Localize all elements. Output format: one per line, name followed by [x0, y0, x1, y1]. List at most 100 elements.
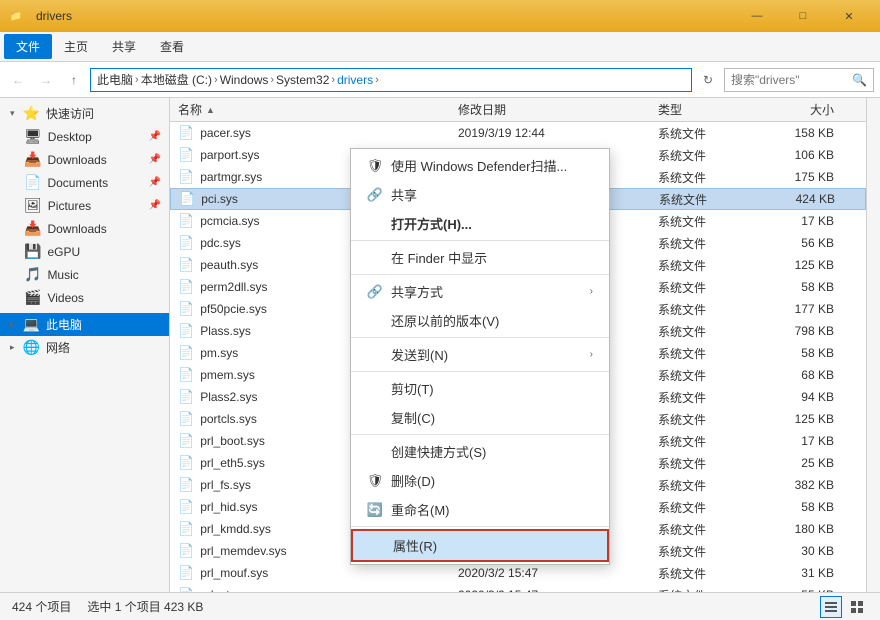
view-details-button[interactable]	[820, 596, 842, 618]
file-icon: 📄	[178, 521, 194, 537]
ctx-item-share[interactable]: 🔗共享	[351, 180, 609, 209]
menu-home[interactable]: 主页	[52, 34, 100, 59]
sidebar-item-this-pc[interactable]: ▸ 💻 此电脑	[0, 313, 169, 336]
scrollbar[interactable]	[866, 98, 880, 592]
maximize-button[interactable]: □	[780, 0, 826, 32]
crumb-drivers: drivers	[337, 73, 373, 87]
address-path[interactable]: 此电脑 › 本地磁盘 (C:) › Windows › System32 › d…	[90, 68, 692, 92]
file-name-text: prl_memdev.sys	[200, 544, 286, 558]
file-cell-size: 58 KB	[770, 280, 850, 294]
view-large-button[interactable]	[846, 596, 868, 618]
close-button[interactable]: ✕	[826, 0, 872, 32]
this-pc-expand-icon: ▸	[10, 319, 15, 330]
file-name-text: pcmcia.sys	[200, 214, 259, 228]
col-header-size[interactable]: 大小	[770, 101, 850, 118]
sidebar-item-desktop[interactable]: 🖥 Desktop 📌	[0, 125, 169, 148]
documents-pin-icon: 📌	[149, 177, 161, 188]
menu-view[interactable]: 查看	[148, 34, 196, 59]
back-button[interactable]: ←	[6, 68, 30, 92]
file-name-text: Plass2.sys	[200, 390, 257, 404]
file-cell-type: 系统文件	[650, 301, 770, 318]
sidebar-label-network: 网络	[46, 339, 70, 356]
scan-icon: 🛡	[367, 158, 383, 174]
file-row[interactable]: 📄 pacer.sys 2019/3/19 12:44 系统文件 158 KB	[170, 122, 866, 144]
col-header-name[interactable]: 名称 ▲	[170, 101, 450, 118]
share-icon: 🔗	[367, 284, 383, 300]
refresh-button[interactable]: ↻	[696, 68, 720, 92]
sidebar-item-downloads2[interactable]: 📥 Downloads	[0, 217, 169, 240]
file-cell-name: 📄 pacer.sys	[170, 125, 450, 141]
ctx-item-open-with[interactable]: 打开方式(H)...	[351, 209, 609, 238]
ctx-item-show-finder[interactable]: 在 Finder 中显示	[351, 243, 609, 272]
file-cell-date: 2020/3/2 15:47	[450, 566, 650, 580]
ctx-item-delete[interactable]: 🛡删除(D)	[351, 466, 609, 495]
ctx-label-scan: 使用 Windows Defender扫描...	[391, 156, 567, 175]
col-header-type[interactable]: 类型	[650, 101, 770, 118]
ctx-item-send-to[interactable]: 发送到(N)›	[351, 340, 609, 369]
file-cell-size: 56 KB	[770, 236, 850, 250]
sidebar-item-downloads1[interactable]: 📥 Downloads 📌	[0, 148, 169, 171]
file-row[interactable]: 📄 prl_mouf.sys 2020/3/2 15:47 系统文件 31 KB	[170, 562, 866, 584]
ctx-item-rename[interactable]: 🔄 重命名(M)	[351, 495, 609, 524]
file-row[interactable]: 📄 prl_strg.sys 2020/3/2 15:47 系统文件 55 KB	[170, 584, 866, 592]
file-icon: 📄	[178, 477, 194, 493]
ctx-separator	[351, 337, 609, 338]
ctx-item-restore[interactable]: 还原以前的版本(V)	[351, 306, 609, 335]
ctx-label-share: 共享	[391, 185, 417, 204]
file-cell-size: 175 KB	[770, 170, 850, 184]
menu-share[interactable]: 共享	[100, 34, 148, 59]
ctx-label-send-to: 发送到(N)	[391, 345, 448, 364]
file-cell-size: 180 KB	[770, 522, 850, 536]
title-icon: 📁	[8, 8, 24, 24]
file-cell-size: 177 KB	[770, 302, 850, 316]
ctx-label-cut: 剪切(T)	[391, 379, 434, 398]
sep3: ›	[270, 74, 274, 86]
sidebar-item-videos[interactable]: 🎬 Videos	[0, 286, 169, 309]
file-cell-type: 系统文件	[650, 477, 770, 494]
file-name-text: prl_mouf.sys	[200, 566, 268, 580]
ctx-icon-cut	[367, 381, 383, 397]
file-icon: 📄	[178, 345, 194, 361]
sidebar-item-network[interactable]: ▸ 🌐 网络	[0, 336, 169, 359]
ctx-item-share2[interactable]: 🔗共享方式›	[351, 277, 609, 306]
minimize-button[interactable]: —	[734, 0, 780, 32]
up-button[interactable]: ↑	[62, 68, 86, 92]
file-cell-name: 📄 prl_strg.sys	[170, 587, 450, 592]
file-icon: 📄	[178, 279, 194, 295]
sidebar-item-egpu[interactable]: 💾 eGPU	[0, 240, 169, 263]
ctx-label-properties: 属性(R)	[393, 536, 437, 555]
file-name-text: prl_boot.sys	[200, 434, 265, 448]
ctx-item-copy[interactable]: 复制(C)	[351, 403, 609, 432]
sort-arrow-icon: ▲	[206, 105, 215, 115]
ctx-item-cut[interactable]: 剪切(T)	[351, 374, 609, 403]
forward-button[interactable]: →	[34, 68, 58, 92]
sidebar-item-quick-access[interactable]: ▾ ⭐ 快速访问	[0, 102, 169, 125]
ctx-item-scan[interactable]: 🛡 使用 Windows Defender扫描...	[351, 151, 609, 180]
menu-file[interactable]: 文件	[4, 34, 52, 59]
col-header-date[interactable]: 修改日期	[450, 101, 650, 118]
ctx-label-restore: 还原以前的版本(V)	[391, 311, 499, 330]
egpu-icon: 💾	[24, 243, 41, 260]
file-name-text: perm2dll.sys	[200, 280, 267, 294]
view-controls	[820, 596, 868, 618]
this-pc-icon: 💻	[23, 316, 40, 333]
file-name-text: prl_hid.sys	[200, 500, 257, 514]
crumb-c: 本地磁盘 (C:)	[141, 71, 212, 88]
search-box[interactable]: 🔍	[724, 68, 874, 92]
sidebar-item-music[interactable]: 🎵 Music	[0, 263, 169, 286]
sidebar-item-pictures[interactable]: 🖼 Pictures 📌	[0, 194, 169, 217]
network-icon: 🌐	[23, 339, 40, 356]
rename-icon: 🔄	[367, 502, 383, 518]
ctx-item-shortcut[interactable]: 创建快捷方式(S)	[351, 437, 609, 466]
documents-icon: 📄	[24, 174, 41, 191]
file-cell-type: 系统文件	[650, 521, 770, 538]
sidebar-item-documents[interactable]: 📄 Documents 📌	[0, 171, 169, 194]
file-icon: 📄	[178, 565, 194, 581]
search-input[interactable]	[731, 73, 848, 87]
file-cell-type: 系统文件	[650, 433, 770, 450]
downloads1-pin-icon: 📌	[149, 154, 161, 165]
file-icon: 📄	[178, 169, 194, 185]
ctx-label-rename: 重命名(M)	[391, 500, 450, 519]
title-bar: 📁 drivers — □ ✕	[0, 0, 880, 32]
ctx-item-properties[interactable]: 属性(R)	[351, 529, 609, 562]
